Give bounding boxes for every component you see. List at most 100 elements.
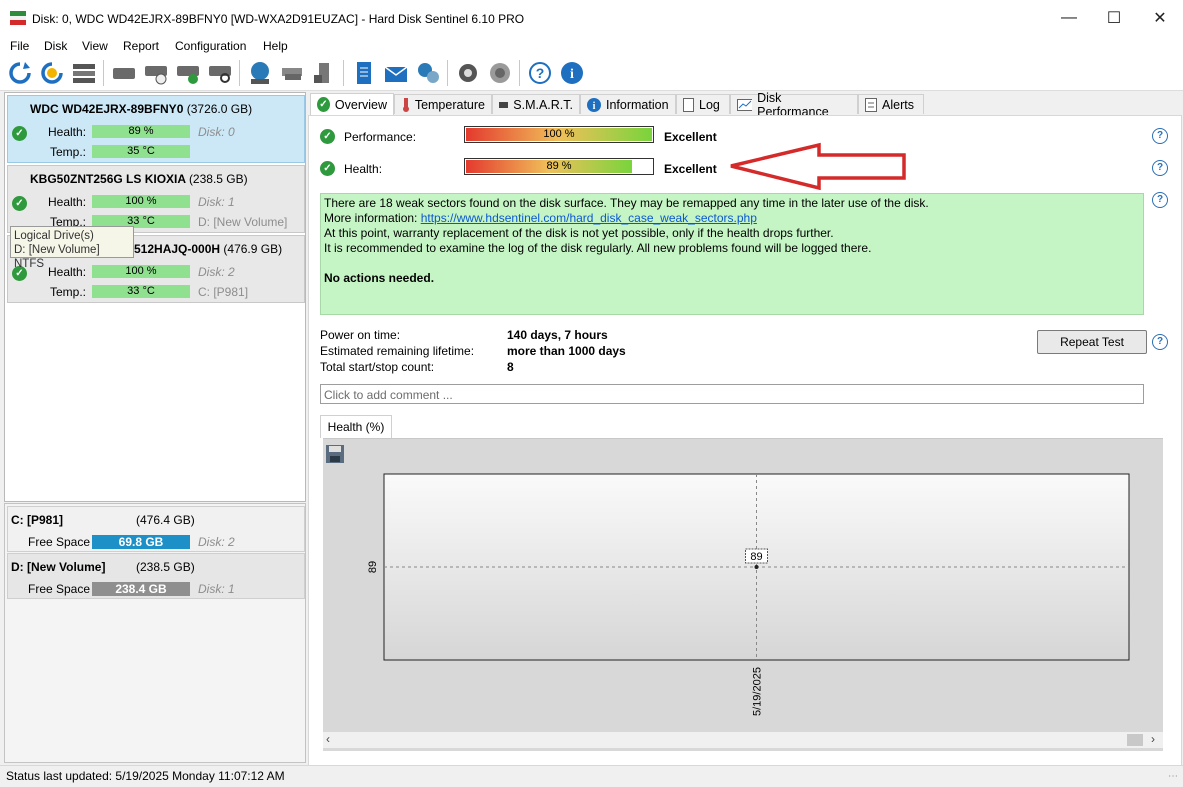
- info-text: It is recommended to examine the log of …: [324, 241, 872, 255]
- health-ok-icon: ✓: [320, 161, 335, 176]
- refresh-warning-icon[interactable]: [39, 60, 65, 86]
- menu-help[interactable]: Help: [263, 39, 288, 53]
- menu-view[interactable]: View: [82, 39, 108, 53]
- scroll-left-icon[interactable]: ‹: [326, 732, 330, 746]
- volume-card-c[interactable]: C: [P981] (476.4 GB) Free Space 69.8 GB …: [7, 506, 305, 552]
- title-bar: Disk: 0, WDC WD42EJRX-89BFNY0 [WD-WXA2D9…: [0, 0, 1183, 36]
- performance-rating: Excellent: [664, 130, 717, 144]
- network-share-icon[interactable]: [415, 60, 441, 86]
- volume-card-d[interactable]: D: [New Volume] (238.5 GB) Free Space 23…: [7, 553, 305, 599]
- disk-check-icon[interactable]: [175, 60, 201, 86]
- annotation-arrow-icon: [730, 142, 906, 190]
- volume-disk: Disk: 1: [198, 582, 235, 596]
- minimize-icon[interactable]: —: [1046, 0, 1092, 36]
- help-icon[interactable]: ?: [1152, 128, 1168, 144]
- disk-stack-icon[interactable]: [279, 60, 305, 86]
- document-icon: [683, 97, 694, 112]
- tab-temperature[interactable]: Temperature: [394, 94, 492, 114]
- health-ok-icon: ✓: [12, 196, 27, 211]
- health-bar: 89 %: [92, 125, 190, 138]
- tab-smart[interactable]: S.M.A.R.T.: [492, 94, 580, 114]
- help-icon[interactable]: ?: [1152, 192, 1168, 208]
- tab-log[interactable]: Log: [676, 94, 730, 114]
- health-label: Health:: [48, 125, 87, 139]
- tab-overview[interactable]: ✓ Overview: [310, 93, 394, 115]
- status-text: Status last updated: 5/19/2025 Monday 11…: [6, 769, 285, 783]
- sound-icon[interactable]: [487, 60, 513, 86]
- volume-name: C: [P981]: [11, 513, 64, 527]
- info-icon[interactable]: i: [559, 60, 585, 86]
- tooltip-text: D: [New Volume] NTFS: [14, 244, 100, 270]
- tooltip: Logical Drive(s) D: [New Volume] NTFS: [10, 226, 134, 270]
- chart-tab-health[interactable]: Health (%): [320, 415, 392, 438]
- scroll-thumb[interactable]: [1127, 734, 1143, 746]
- disk-icon[interactable]: [111, 60, 137, 86]
- svg-text:i: i: [593, 101, 596, 112]
- comment-input[interactable]: Click to add comment ...: [320, 384, 1144, 404]
- window-title: Disk: 0, WDC WD42EJRX-89BFNY0 [WD-WXA2D9…: [32, 12, 525, 26]
- free-space-label: Free Space: [28, 582, 91, 596]
- health-bar: 100 %: [92, 195, 190, 208]
- help-icon[interactable]: ?: [1152, 334, 1168, 350]
- tab-information[interactable]: i Information: [580, 94, 676, 114]
- volume-name: D: [New Volume]: [11, 560, 106, 574]
- tab-alerts[interactable]: Alerts: [858, 94, 924, 114]
- help-icon[interactable]: ?: [1152, 160, 1168, 176]
- health-value: 89 %: [546, 160, 572, 172]
- volume-size: (476.4 GB): [136, 513, 195, 527]
- power-on-value: 140 days, 7 hours: [507, 328, 608, 342]
- y-tick-label: 89: [367, 561, 379, 573]
- health-rating: Excellent: [664, 162, 717, 176]
- toolbar: ? i: [0, 56, 1183, 91]
- health-chart: 89 5/19/2025 89: [367, 473, 1130, 716]
- usb-disk-icon[interactable]: [311, 60, 337, 86]
- menu-report[interactable]: Report: [123, 39, 159, 53]
- lifetime-value: more than 1000 days: [507, 344, 626, 358]
- chart-scrollbar[interactable]: ‹ ›: [323, 732, 1163, 748]
- tab-disk-performance[interactable]: Disk Performance: [730, 91, 858, 119]
- temp-bar: 33 °C: [92, 285, 190, 298]
- repeat-test-button[interactable]: Repeat Test: [1037, 330, 1147, 354]
- help-icon[interactable]: ?: [527, 60, 553, 86]
- disk-search-icon[interactable]: [207, 60, 233, 86]
- alerts-icon: [865, 97, 877, 112]
- resize-grip-icon[interactable]: ⋯: [1168, 771, 1178, 782]
- settings-icon[interactable]: [455, 60, 481, 86]
- info-action: No actions needed.: [324, 271, 435, 285]
- performance-label: Performance:: [344, 130, 417, 144]
- tab-bar: ✓ Overview Temperature S.M.A.R.T. i Inform…: [308, 91, 1183, 119]
- disk-number: Disk: 2: [198, 265, 235, 279]
- disk-clock-icon[interactable]: [143, 60, 169, 86]
- maximize-icon[interactable]: ☐: [1091, 0, 1137, 36]
- disk-card-0[interactable]: WDC WD42EJRX-89BFNY0 (3726.0 GB) ✓ Healt…: [7, 95, 305, 163]
- performance-bar: 100 %: [464, 126, 654, 143]
- chart-icon: [737, 98, 753, 111]
- close-icon[interactable]: ✕: [1137, 0, 1183, 36]
- disk-card-1[interactable]: KBG50ZNT256G LS KIOXIA (238.5 GB) ✓ Heal…: [7, 165, 305, 233]
- data-point: [754, 565, 759, 569]
- info-link[interactable]: https://www.hdsentinel.com/hard_disk_cas…: [421, 211, 757, 225]
- email-icon[interactable]: [383, 60, 409, 86]
- menu-file[interactable]: File: [10, 39, 29, 53]
- volume-disk: Disk: 2: [198, 535, 235, 549]
- volume-panel: C: [P981] (476.4 GB) Free Space 69.8 GB …: [4, 503, 306, 763]
- health-bar: 89 %: [464, 158, 654, 175]
- network-icon[interactable]: [247, 60, 273, 86]
- menu-configuration[interactable]: Configuration: [175, 39, 246, 53]
- performance-ok-icon: ✓: [320, 129, 335, 144]
- disk-name: KBG50ZNT256G LS KIOXIA: [30, 172, 186, 186]
- menu-bar: File Disk View Report Configuration Help: [0, 36, 1183, 56]
- menu-disk[interactable]: Disk: [44, 39, 67, 53]
- disk-list-icon[interactable]: [71, 60, 97, 86]
- health-info-box: There are 18 weak sectors found on the d…: [320, 193, 1144, 315]
- lifetime-label: Estimated remaining lifetime:: [320, 344, 475, 358]
- disk-icon: [499, 101, 509, 108]
- data-label: 89: [750, 551, 762, 563]
- scroll-right-icon[interactable]: ›: [1151, 732, 1155, 746]
- svg-text:?: ?: [536, 65, 545, 81]
- disk-name: WDC WD42EJRX-89BFNY0: [30, 102, 184, 116]
- report-icon[interactable]: [351, 60, 377, 86]
- refresh-icon[interactable]: [7, 60, 33, 86]
- info-icon: i: [587, 97, 601, 112]
- disk-size: (238.5 GB): [188, 172, 248, 186]
